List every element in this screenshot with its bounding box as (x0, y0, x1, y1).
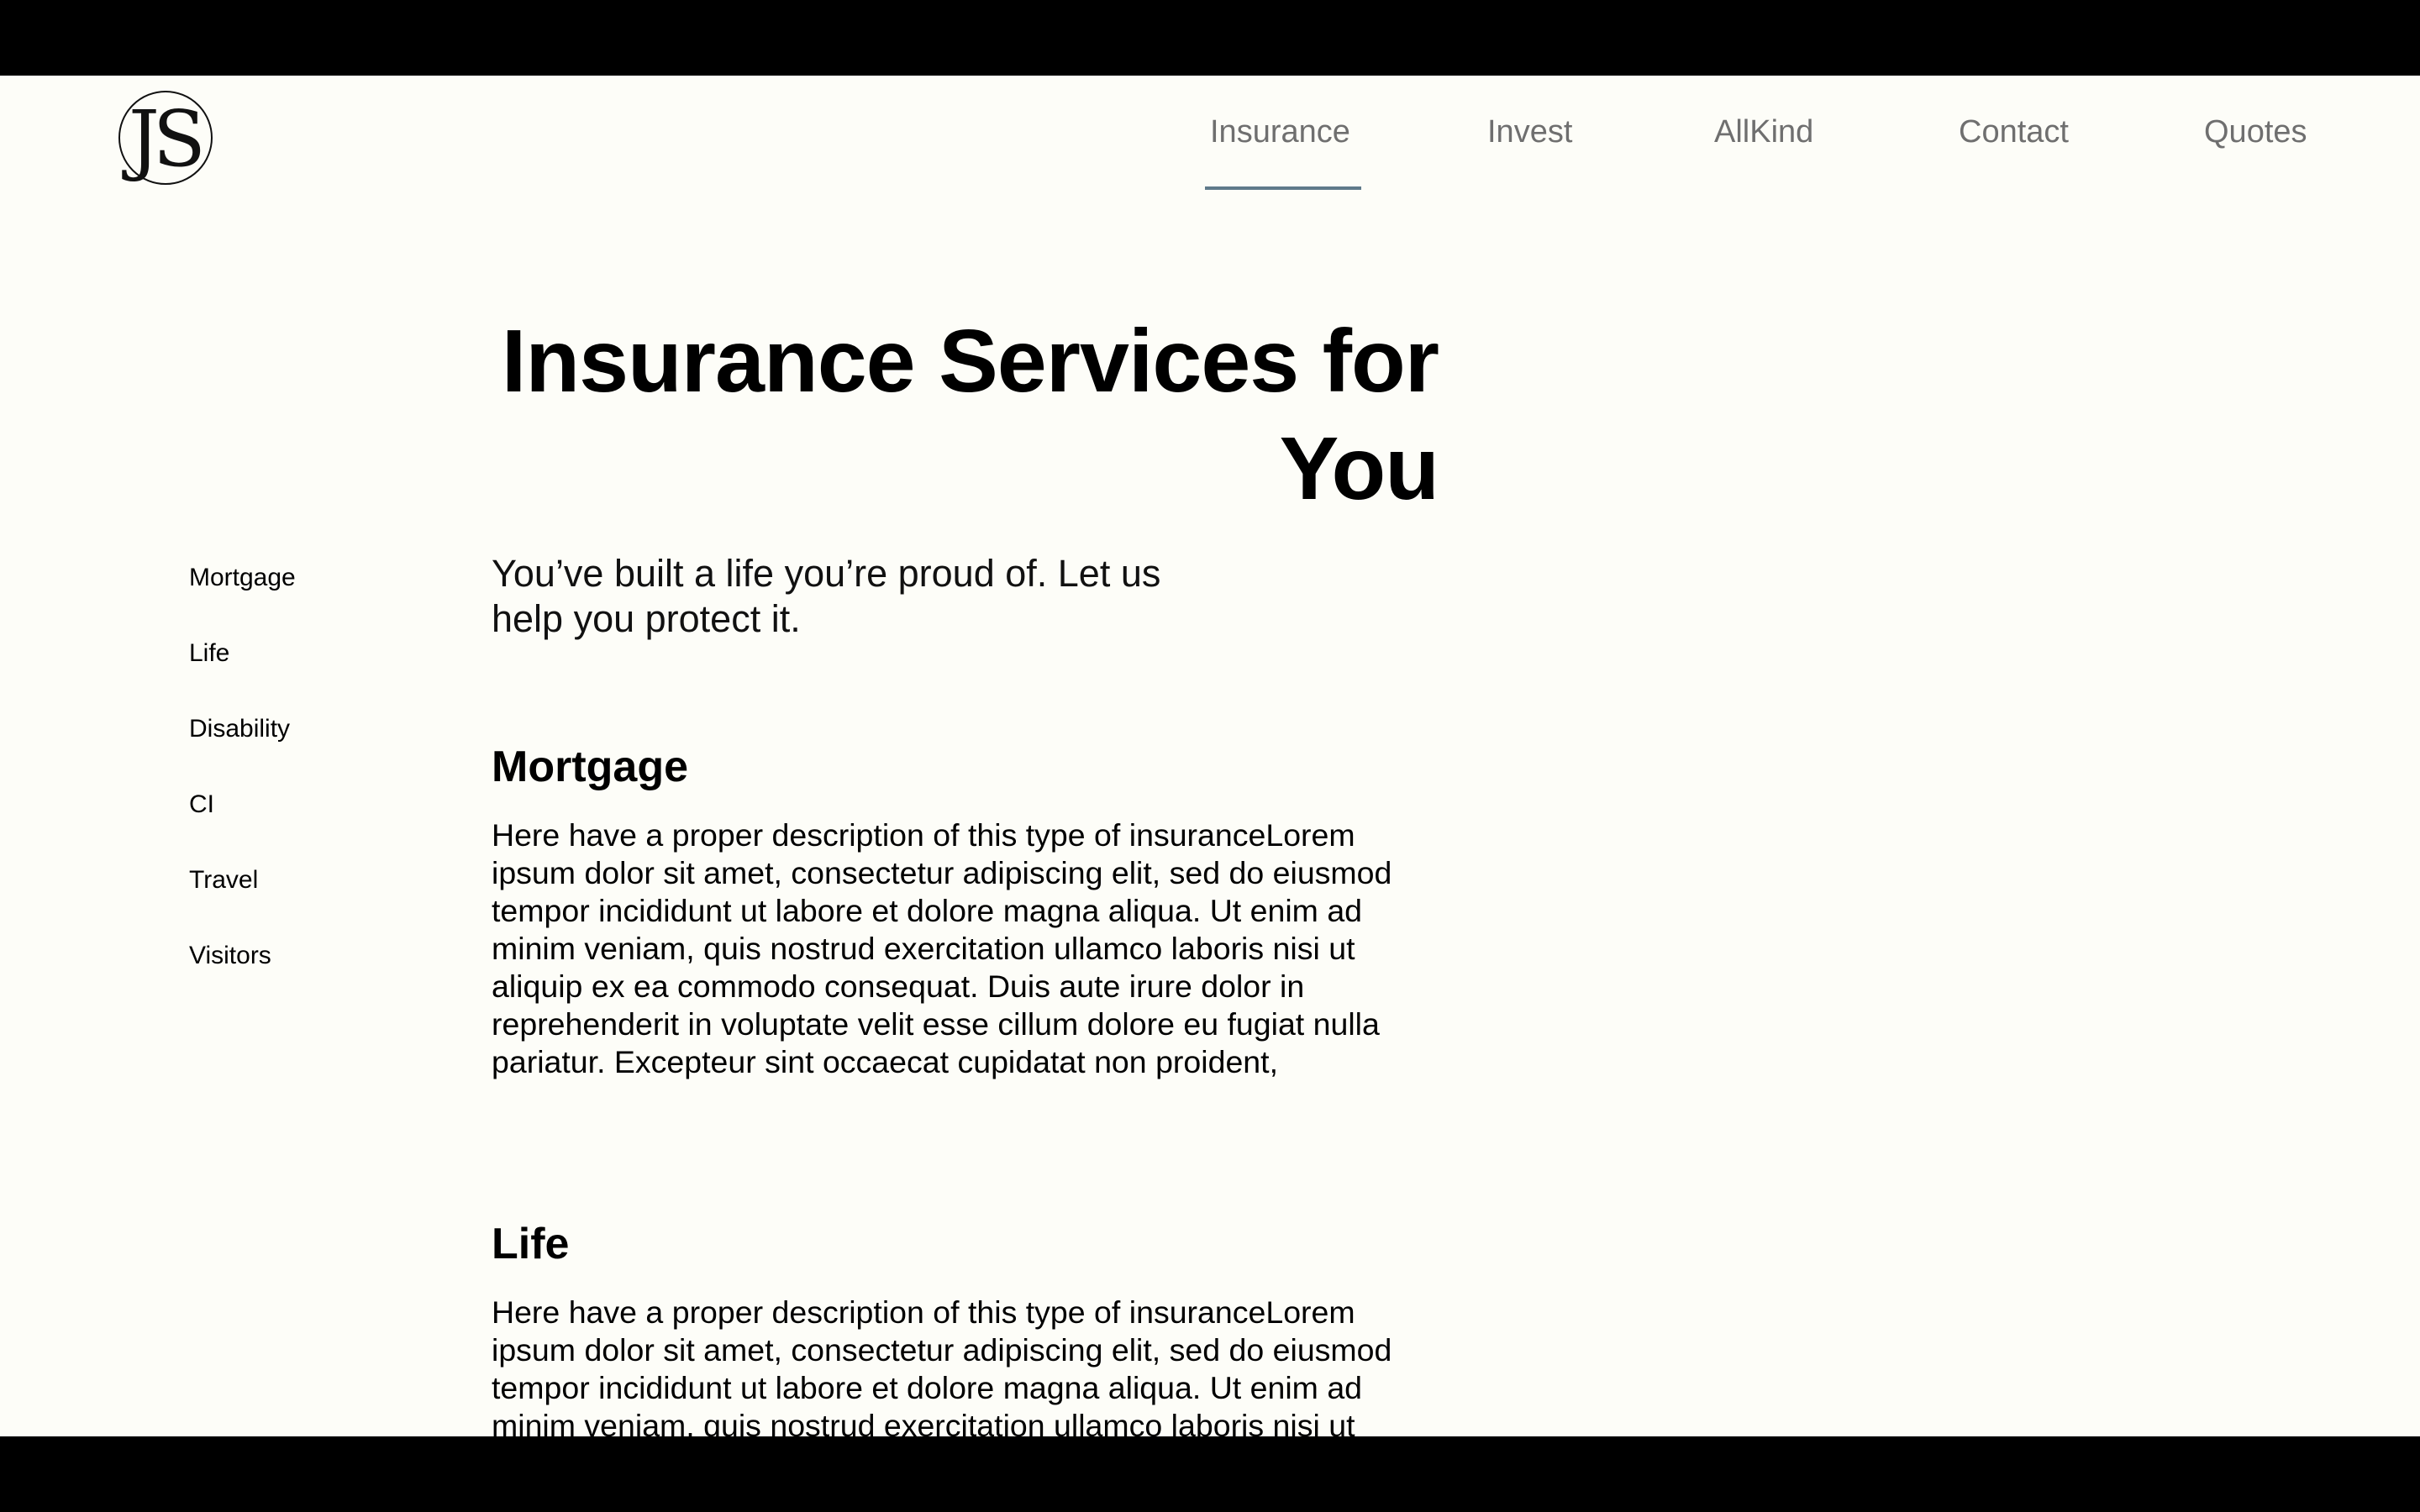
nav-active-underline (1205, 186, 1361, 190)
nav-insurance[interactable]: Insurance (1210, 113, 1350, 151)
side-nav-visitors[interactable]: Visitors (189, 941, 271, 971)
js-logo[interactable]: JS (118, 91, 213, 185)
section-heading: Mortgage (492, 743, 688, 791)
page-title-line-2: You (1279, 419, 1439, 518)
side-nav-ci[interactable]: CI (189, 790, 214, 820)
section-heading: Life (492, 1220, 570, 1268)
section-body: Here have a proper description of this t… (492, 817, 1392, 1079)
tagline: You’ve built a life you’re proud of. Let… (492, 552, 1161, 640)
page-title-line-1: Insurance Services for (501, 312, 1439, 411)
bottom-letterbox-bar (0, 1436, 2420, 1512)
nav-contact[interactable]: Contact (1959, 113, 2069, 151)
side-nav-mortgage[interactable]: Mortgage (189, 563, 296, 593)
nav-allkind[interactable]: AllKind (1714, 113, 1813, 151)
logo-monogram: JS (129, 94, 206, 184)
top-letterbox-bar (0, 0, 2420, 76)
side-nav-life[interactable]: Life (189, 638, 229, 669)
nav-quotes[interactable]: Quotes (2204, 113, 2307, 151)
page-title: Insurance Services for You (487, 307, 1439, 522)
nav-invest[interactable]: Invest (1487, 113, 1572, 151)
side-nav-disability[interactable]: Disability (189, 714, 290, 744)
page: JS Insurance Invest AllKind Contact Quot… (0, 76, 2420, 1436)
section-body: Here have a proper description of this t… (492, 1294, 1392, 1436)
side-nav-travel[interactable]: Travel (189, 865, 258, 895)
